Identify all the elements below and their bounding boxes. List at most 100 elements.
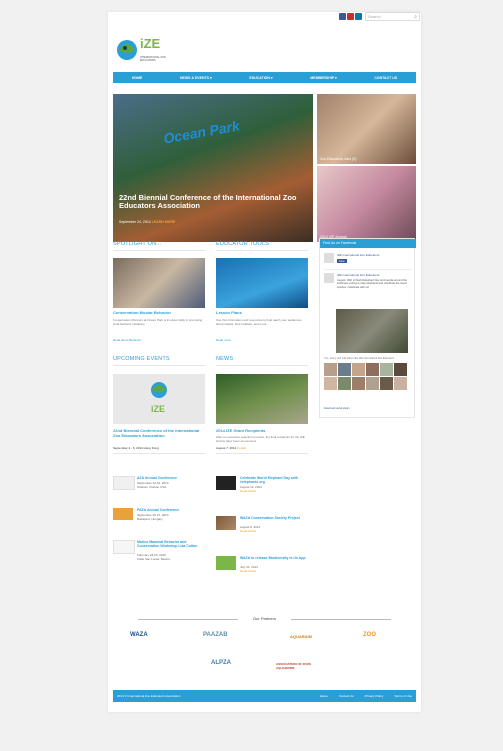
hero-meta: September 24, 2014 LEARN MORE (119, 220, 175, 224)
educator-item-title[interactable]: Lesson Plans (216, 310, 242, 315)
event-place: Cabo San Lucas, Mexico (137, 557, 171, 561)
youtube-icon[interactable] (347, 13, 354, 20)
news-thumb (216, 516, 236, 530)
news-feature-title[interactable]: 2014 IZE Grant Recipients (216, 428, 265, 433)
divider (216, 365, 308, 366)
divider (216, 250, 308, 251)
logo-text: iZE (140, 36, 161, 51)
event-title[interactable]: PAZA Annual Conference (137, 508, 179, 512)
facebook-widget: Find Us on Facebook IZE International Zo… (319, 238, 416, 418)
news-item-title[interactable]: WAZA Conservation Society Project (240, 516, 308, 520)
hero-sign: Ocean Park (162, 117, 241, 147)
news-feature-date-text: August 7, 2014 (216, 446, 237, 450)
spotlight-item-title[interactable]: Conservation Moolar Behavior (113, 310, 171, 315)
side-slide-journal[interactable]: 2014 IZE Journal (317, 166, 416, 242)
news-item-more[interactable]: Read Article (240, 489, 256, 494)
news-item[interactable]: WAZA to release Biodiversity is Us App J… (216, 556, 308, 578)
paza-logo-icon (113, 508, 133, 520)
divider (113, 250, 205, 251)
nav-item-contact[interactable]: Contact Us (374, 76, 397, 80)
hero-title: 22nd Biennial Conference of the Internat… (119, 193, 297, 210)
news-item[interactable]: Celebrate World Elephant Day with #eleph… (216, 476, 308, 498)
linkedin-icon[interactable] (355, 13, 362, 20)
facebook-plugin-label: Facebook social plugin (324, 407, 350, 410)
divider (113, 365, 205, 366)
facebook-post-text: August: 30th is World Elephant Day and p… (337, 279, 408, 289)
facebook-icon[interactable] (339, 13, 346, 20)
facebook-post-author[interactable]: IZE International Zoo Educators (337, 273, 411, 277)
divider (113, 453, 205, 454)
footer-links: Home Contact Us Privacy Policy Terms of … (320, 694, 412, 698)
event-item[interactable]: Marine Mammal Behavior and Conservation … (113, 540, 205, 572)
social-icons (339, 13, 362, 20)
event-place: Orlando, Florida, USA (137, 485, 167, 489)
divider (324, 269, 412, 270)
side-slide-jobs[interactable]: Zoo Educators Jobs (3) (317, 94, 416, 164)
news-feature-date: August 7, 2014 Details (216, 446, 246, 450)
footer-link-contact[interactable]: Contact Us (339, 694, 354, 698)
partner-logo-aquarium[interactable]: AQUARIUM (290, 634, 312, 639)
partner-logo-waza[interactable]: WAZA (130, 632, 148, 638)
event-title[interactable]: AZA Annual Conference (137, 476, 177, 480)
news-item[interactable]: WAZA Conservation Society Project August… (216, 516, 308, 538)
news-feature-text: After an extensive selection process, th… (216, 435, 305, 443)
shark-image[interactable] (216, 258, 308, 308)
search-icon[interactable]: ⌕ (414, 14, 417, 20)
lemur-image[interactable] (216, 374, 308, 424)
event-item[interactable]: PAZA Annual Conference September 20-27, … (113, 508, 205, 530)
educator-more-link[interactable]: Read more (216, 338, 231, 342)
side-slide-caption: Zoo Educators Jobs (3) (320, 157, 357, 161)
footer-link-privacy[interactable]: Privacy Policy (365, 694, 384, 698)
footer: 2014 © International Zoo Educators Assoc… (113, 690, 416, 702)
hero-learn-more[interactable]: LEARN MORE (152, 220, 176, 224)
nav-item-home[interactable]: Home (132, 76, 143, 80)
hero-date: September 24, 2014 (119, 220, 151, 224)
footer-link-terms[interactable]: Terms of Use (394, 694, 412, 698)
page-avatar (324, 253, 334, 263)
post-avatar (324, 273, 334, 283)
upcoming-feature-image[interactable]: iZE (113, 374, 205, 424)
news-title: News (216, 356, 234, 362)
facebook-likes-text: You, Jenny and 148 others like IZE Inter… (324, 357, 395, 360)
news-item-more[interactable]: Read Article (240, 529, 256, 534)
nav-item-membership[interactable]: Membership ▾ (310, 76, 336, 80)
nav-item-news-events[interactable]: News & Events ▾ (180, 76, 212, 80)
search-input[interactable]: Search ⌕ (365, 12, 420, 21)
nav-item-education[interactable]: Education ▾ (249, 76, 272, 80)
divider (216, 453, 308, 454)
partner-logo-alpza[interactable]: ALPZA (211, 660, 231, 666)
facebook-widget-title: Find Us on Facebook (320, 239, 416, 248)
news-feature-more[interactable]: Details (237, 446, 246, 450)
partner-logo-paazab[interactable]: PAAZAB (203, 632, 228, 638)
educator-item-text: Use this information and resources to he… (216, 318, 302, 326)
news-item-title[interactable]: WAZA to release Biodiversity is Us App (240, 556, 308, 560)
news-item-title[interactable]: Celebrate World Elephant Day with #eleph… (240, 476, 308, 484)
news-item-more[interactable]: Read Article (240, 569, 256, 574)
spotlight-item-text: Conservation Monitors at Ocean Park is i… (113, 318, 203, 326)
elephant-photo[interactable] (336, 309, 408, 353)
educator-tools-title: Educator Tools (216, 241, 270, 247)
footer-copyright: 2014 © International Zoo Educators Assoc… (117, 694, 181, 698)
hero-slider[interactable]: Ocean Park 22nd Biennial Conference of t… (113, 94, 313, 242)
event-place: Budapest, Hungary (137, 517, 163, 521)
logo-subtext: INTERNATIONAL ZOO EDUCATORS (140, 56, 166, 62)
partner-logo-aza[interactable]: ASSOCIATION OF ZOOS AQUARIUMS (276, 662, 318, 670)
upcoming-feature-date: September 2 - 6, 2014 Hong Kong (113, 446, 159, 450)
facebook-page-name[interactable]: IZE International Zoo Educators (337, 253, 411, 257)
webpage-mockup: Search ⌕ iZE INTERNATIONAL ZOO EDUCATORS… (108, 12, 421, 712)
news-thumb (216, 556, 236, 570)
upcoming-feature-title[interactable]: 22nd Biennial Conference of the Internat… (113, 428, 205, 438)
aza-logo-icon (113, 476, 135, 490)
main-nav: Home News & Events ▾ Education ▾ Members… (113, 72, 416, 83)
feature-logo-text: iZE (151, 404, 166, 414)
footer-link-home[interactable]: Home (320, 694, 328, 698)
ize-logo[interactable]: iZE INTERNATIONAL ZOO EDUCATORS (116, 34, 178, 66)
event-title[interactable]: Marine Mammal Behavior and Conservation … (137, 540, 205, 548)
news-thumb (216, 476, 236, 490)
partner-logo-zoo[interactable]: ZOO (363, 632, 376, 638)
facebook-like-button[interactable]: Like (337, 259, 347, 263)
spotlight-image[interactable] (113, 258, 205, 308)
spotlight-more-link[interactable]: Read about Behavior (113, 338, 141, 342)
facebook-friend-faces (324, 363, 408, 390)
event-item[interactable]: AZA Annual Conference September 12-16, 2… (113, 476, 205, 498)
